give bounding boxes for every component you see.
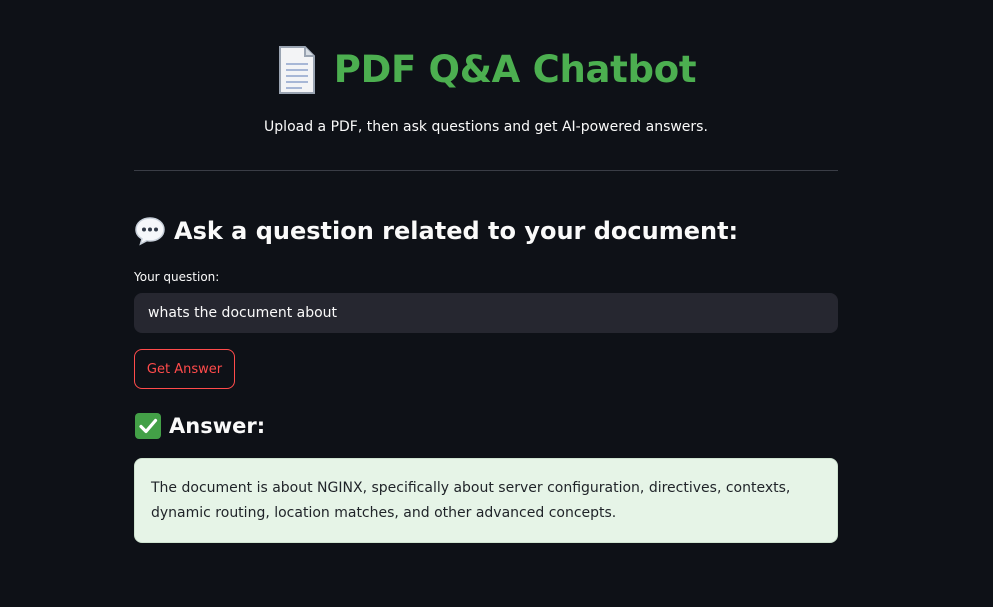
- document-icon: [278, 46, 315, 94]
- get-answer-button[interactable]: Get Answer: [134, 349, 235, 389]
- question-section-heading: Ask a question related to your document:: [134, 214, 738, 248]
- divider: [134, 170, 838, 171]
- answer-heading: Answer:: [134, 411, 265, 441]
- answer-title: Answer:: [169, 414, 266, 438]
- app-container: PDF Q&A Chatbot Upload a PDF, then ask q…: [0, 0, 993, 607]
- page-subtitle: Upload a PDF, then ask questions and get…: [264, 119, 708, 135]
- question-field-label: Your question:: [134, 270, 220, 284]
- answer-box: The document is about NGINX, specificall…: [134, 458, 838, 543]
- question-section-title: Ask a question related to your document:: [174, 217, 739, 245]
- speech-bubble-icon: [135, 217, 165, 246]
- checkmark-icon: [135, 413, 161, 439]
- page-header: PDF Q&A Chatbot: [0, 44, 972, 96]
- page-title: PDF Q&A Chatbot: [333, 48, 697, 91]
- answer-text: The document is about NGINX, specificall…: [151, 480, 791, 521]
- question-input[interactable]: [134, 293, 838, 333]
